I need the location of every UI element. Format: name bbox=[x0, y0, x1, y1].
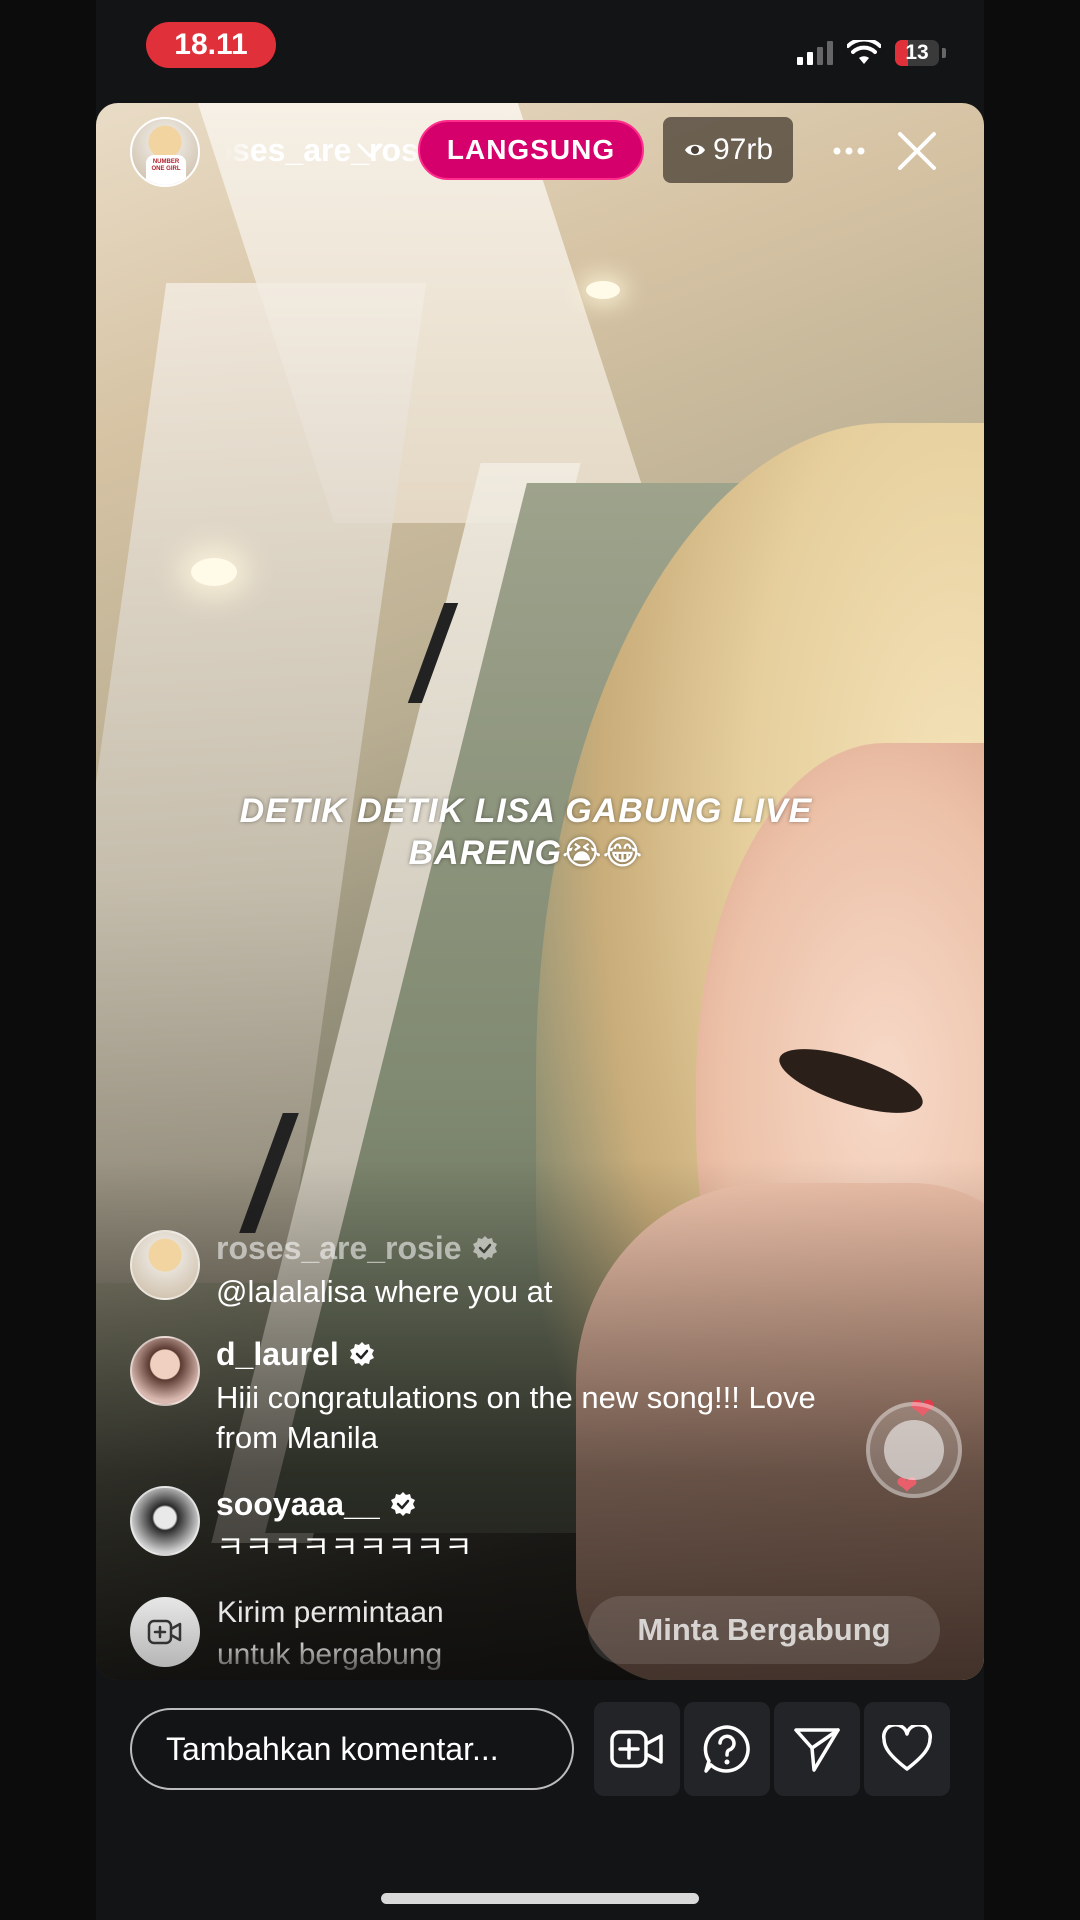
comment-text: ㅋㅋㅋㅋㅋㅋㅋㅋㅋ bbox=[216, 1530, 473, 1565]
host-avatar[interactable]: NUMBER ONE GIRL bbox=[130, 117, 200, 187]
video-add-icon bbox=[610, 1730, 663, 1768]
comment-username-text: d_laurel bbox=[216, 1336, 339, 1372]
viewer-count[interactable]: 97rb bbox=[663, 117, 793, 183]
video-scene-lamp bbox=[586, 281, 620, 299]
battery-level: 13 bbox=[905, 41, 929, 64]
comment-username[interactable]: d_laurel bbox=[216, 1336, 377, 1373]
heart-icon bbox=[881, 1725, 933, 1771]
comment-username[interactable]: sooyaaa__ bbox=[216, 1486, 418, 1523]
comment-item[interactable]: sooyaaa__ ㅋㅋㅋㅋㅋㅋㅋㅋㅋ bbox=[130, 1486, 850, 1576]
avatar[interactable] bbox=[130, 1230, 200, 1300]
comment-username[interactable]: roses_are_rosie bbox=[216, 1230, 500, 1267]
video-caption: DETIK DETIK LISA GABUNG LIVE BARENG😭😂 bbox=[239, 792, 813, 872]
host-username-text: roses_are_rosie bbox=[224, 132, 436, 168]
status-indicators: 13 bbox=[797, 36, 946, 70]
phone-screen: 18.11 13 NUMBER ONE GIRL roses_are bbox=[96, 0, 984, 1920]
home-indicator[interactable] bbox=[381, 1893, 699, 1904]
verified-icon bbox=[390, 1491, 415, 1516]
comment-text: @lalalalisa where you at bbox=[216, 1274, 553, 1309]
chevron-down-icon[interactable] bbox=[354, 134, 386, 166]
eye-icon bbox=[684, 144, 705, 156]
comment-text: Hiii congratulations on the new song!!! … bbox=[216, 1380, 816, 1455]
comment-item[interactable]: roses_are_rosie @lalalalisa where you at bbox=[130, 1230, 850, 1320]
request-join-button[interactable]: Minta Bergabung bbox=[588, 1596, 940, 1664]
battery-icon: 13 bbox=[895, 40, 939, 66]
video-scene-lamp bbox=[191, 558, 237, 586]
more-icon[interactable] bbox=[824, 126, 874, 176]
live-badge: LANGSUNG bbox=[418, 120, 644, 180]
add-video-button[interactable] bbox=[594, 1702, 680, 1796]
avatar[interactable] bbox=[130, 1336, 200, 1406]
close-icon[interactable] bbox=[892, 126, 942, 176]
question-button[interactable] bbox=[684, 1702, 770, 1796]
send-icon bbox=[794, 1728, 840, 1772]
request-join-icon[interactable] bbox=[130, 1597, 200, 1667]
comment-input[interactable]: Tambahkan komentar... bbox=[130, 1708, 574, 1790]
status-time: 18.11 bbox=[146, 22, 276, 68]
comment-item[interactable]: d_laurel Hiii congratulations on the new… bbox=[130, 1336, 850, 1466]
avatar-shirt: NUMBER ONE GIRL bbox=[146, 155, 186, 185]
verified-icon bbox=[472, 1235, 497, 1260]
signal-icon bbox=[797, 41, 833, 65]
question-icon bbox=[703, 1725, 750, 1773]
comment-username-text: roses_are_rosie bbox=[216, 1230, 462, 1266]
avatar[interactable] bbox=[130, 1486, 200, 1556]
share-button[interactable] bbox=[774, 1702, 860, 1796]
reaction-button[interactable] bbox=[866, 1402, 962, 1498]
like-button[interactable] bbox=[864, 1702, 950, 1796]
avatar-shirt-text: NUMBER ONE GIRL bbox=[151, 159, 181, 172]
viewer-count-value: 97rb bbox=[712, 133, 774, 166]
verified-icon bbox=[349, 1341, 374, 1366]
video-add-icon bbox=[147, 1619, 182, 1645]
battery-tip bbox=[942, 48, 946, 58]
wifi-icon bbox=[847, 40, 881, 64]
join-request-prompt: Kirim permintaan untuk bergabung bbox=[217, 1596, 444, 1671]
comment-username-text: sooyaaa__ bbox=[216, 1486, 380, 1522]
host-username[interactable]: roses_are_rosie bbox=[224, 128, 436, 172]
